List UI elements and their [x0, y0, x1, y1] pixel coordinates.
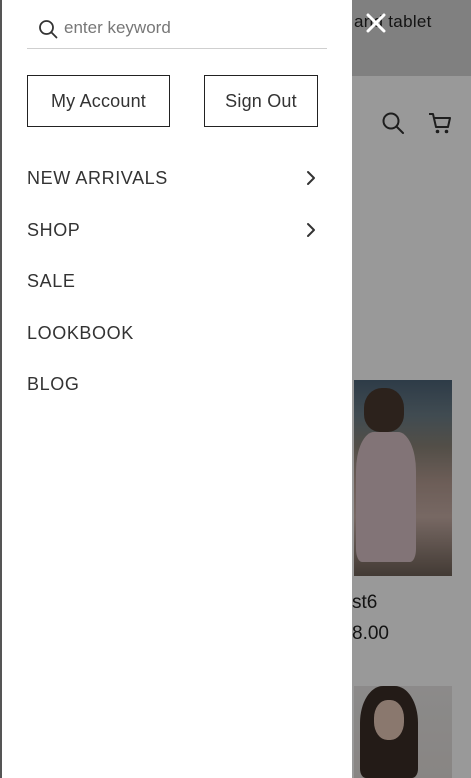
search-icon[interactable]	[38, 19, 58, 39]
side-drawer: My Account Sign Out NEW ARRIVALS SHOP SA…	[0, 0, 352, 778]
search-input[interactable]	[64, 16, 319, 40]
drawer-edge	[0, 0, 2, 778]
menu-item-sale[interactable]: SALE	[27, 256, 323, 308]
menu-item-shop[interactable]: SHOP	[27, 205, 323, 257]
drawer-menu: NEW ARRIVALS SHOP SALE LOOKBOOK BLOG	[27, 153, 323, 411]
menu-item-label: SHOP	[27, 219, 81, 240]
menu-item-label: BLOG	[27, 374, 80, 395]
menu-item-label: LOOKBOOK	[27, 322, 134, 343]
menu-item-label: SALE	[27, 271, 76, 292]
sign-out-button[interactable]: Sign Out	[204, 75, 318, 127]
chevron-right-icon[interactable]	[303, 222, 319, 238]
close-icon[interactable]	[363, 10, 389, 36]
menu-item-new-arrivals[interactable]: NEW ARRIVALS	[27, 153, 323, 205]
chevron-right-icon[interactable]	[303, 170, 319, 186]
my-account-button[interactable]: My Account	[27, 75, 170, 127]
search-bar	[27, 8, 327, 49]
menu-item-label: NEW ARRIVALS	[27, 168, 168, 189]
menu-item-blog[interactable]: BLOG	[27, 359, 323, 411]
menu-item-lookbook[interactable]: LOOKBOOK	[27, 308, 323, 360]
